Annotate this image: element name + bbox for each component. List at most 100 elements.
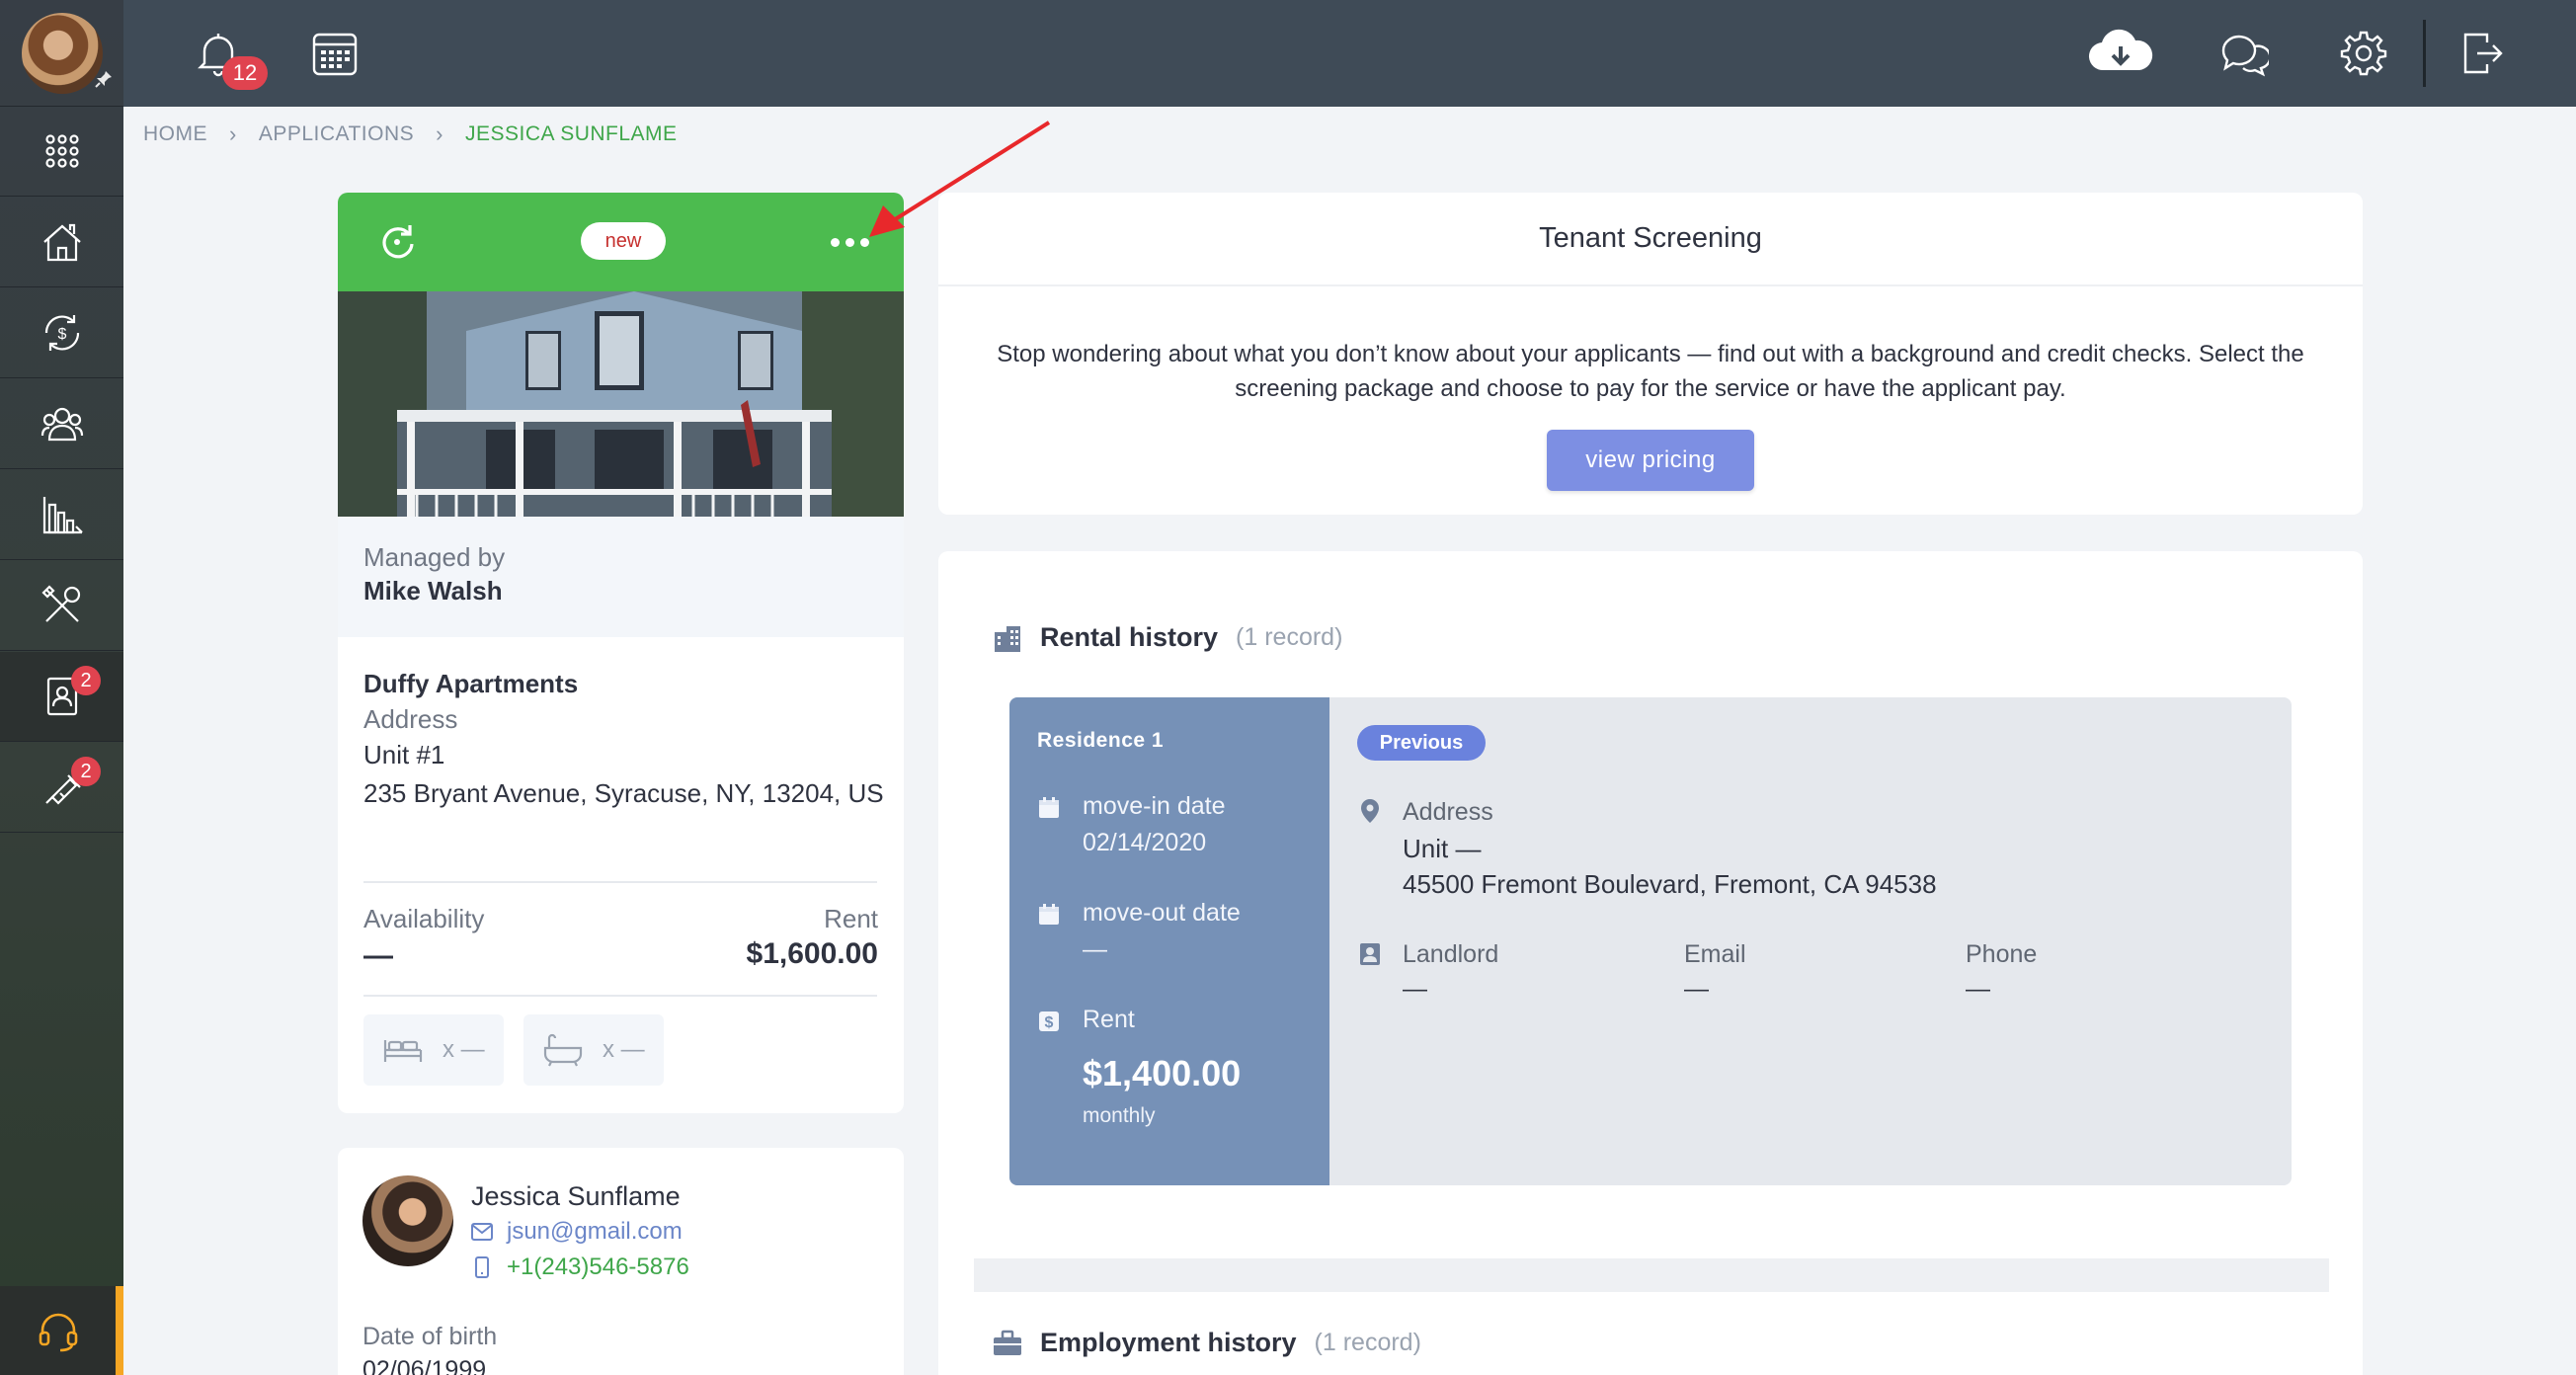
- tools-badge: 2: [71, 757, 101, 786]
- move-out-value: —: [1083, 935, 1107, 963]
- bedrooms-value: x —: [443, 1036, 485, 1063]
- user-avatar-area[interactable]: [0, 0, 123, 107]
- logout-button[interactable]: [2455, 26, 2510, 81]
- logout-icon: [2463, 33, 2503, 74]
- calendar-icon: [312, 33, 358, 76]
- dob-value: 02/06/1999: [362, 1356, 487, 1375]
- applications-badge: 2: [71, 666, 101, 695]
- notification-count-badge: 12: [222, 56, 268, 90]
- view-pricing-button[interactable]: view pricing: [1547, 430, 1754, 491]
- residence-block: Residence 1 move-in date 02/14/2020 move…: [1009, 697, 2292, 1185]
- breadcrumb-home[interactable]: HOME: [143, 122, 207, 146]
- bathrooms-value: x —: [603, 1036, 645, 1063]
- download-button[interactable]: [2081, 26, 2160, 81]
- applicant-avatar: [362, 1175, 453, 1266]
- top-bar: 12: [123, 0, 2576, 107]
- mobile-phone-icon: [475, 1256, 489, 1278]
- sidebar-item-maintenance[interactable]: [0, 561, 123, 651]
- rent-row: $ Rent: [1037, 1006, 1135, 1034]
- pin-icon[interactable]: [94, 69, 114, 89]
- chevron-right-icon: ›: [436, 121, 443, 146]
- history-card: Rental history (1 record) Residence 1 mo…: [938, 551, 2363, 1375]
- status-badge: new: [581, 222, 666, 260]
- sidebar-item-applications[interactable]: 2: [0, 652, 123, 742]
- property-name[interactable]: Duffy Apartments: [363, 669, 578, 699]
- building-icon: [995, 625, 1020, 652]
- messages-button[interactable]: [2215, 26, 2271, 81]
- property-photo: [338, 291, 904, 517]
- managed-by-label: Managed by: [363, 542, 506, 572]
- gear-icon: [2340, 31, 2387, 76]
- rent-period: monthly: [1083, 1104, 1156, 1127]
- grid-dots-icon: [44, 134, 79, 168]
- street-address: 235 Bryant Avenue, Syracuse, NY, 13204, …: [363, 778, 884, 808]
- bathtub-icon: [543, 1033, 583, 1067]
- applicant-name: Jessica Sunflame: [471, 1181, 681, 1211]
- landlord-value: —: [1403, 975, 1427, 1003]
- employment-history-header: Employment history (1 record): [993, 1328, 1421, 1358]
- svg-text:$: $: [1045, 1014, 1054, 1031]
- tenant-screening-description: Stop wondering about what you don’t know…: [997, 341, 2304, 402]
- applicant-card: Jessica Sunflame jsun@gmail.com +1(243)5…: [338, 1148, 904, 1375]
- employment-history-count: (1 record): [1314, 1329, 1421, 1356]
- headset-icon: [39, 1313, 77, 1352]
- house-photo: [338, 291, 904, 517]
- svg-text:$: $: [57, 326, 66, 343]
- sidebar: $ 2 2: [0, 0, 123, 1375]
- avatar[interactable]: [22, 13, 103, 94]
- calendar-icon: [1039, 797, 1059, 818]
- breadcrumb-current: JESSICA SUNFLAME: [464, 122, 678, 145]
- sidebar-item-apps[interactable]: [0, 107, 123, 197]
- cloud-download-icon: [2088, 29, 2153, 71]
- support-button[interactable]: [0, 1286, 123, 1375]
- phone-column: Phone —: [1966, 940, 2037, 1004]
- residence-rent-value: $1,400.00: [1083, 1053, 1242, 1093]
- bathrooms-chip: x —: [523, 1014, 664, 1086]
- applicant-phone-row[interactable]: +1(243)546-5876: [471, 1254, 689, 1281]
- annotation-arrow-icon: [869, 121, 1051, 237]
- divider: [363, 995, 877, 997]
- settings-button[interactable]: [2336, 26, 2391, 81]
- rental-history-count: (1 record): [1236, 623, 1343, 651]
- landlord-email-label: Email: [1684, 940, 1746, 968]
- section-divider: [974, 1258, 2329, 1292]
- landlord-phone-label: Phone: [1966, 940, 2038, 968]
- applicant-phone[interactable]: +1(243)546-5876: [507, 1254, 689, 1281]
- bed-icon: [383, 1040, 423, 1062]
- residence-rent-label: Rent: [1083, 1006, 1135, 1033]
- rental-history-header: Rental history (1 record): [993, 622, 1342, 653]
- sidebar-item-properties[interactable]: [0, 198, 123, 287]
- refresh-icon[interactable]: [375, 220, 419, 264]
- contact-card-icon: [1360, 943, 1380, 965]
- rent-label: Rent: [824, 904, 878, 933]
- calendar-button[interactable]: [307, 26, 362, 81]
- applicant-email-row[interactable]: jsun@gmail.com: [471, 1218, 683, 1246]
- tenant-screening-title: Tenant Screening: [938, 193, 2363, 286]
- landlord-label: Landlord: [1403, 940, 1499, 968]
- breadcrumb: HOME › APPLICATIONS › JESSICA SUNFLAME: [143, 120, 678, 149]
- managed-by-section: Managed by Mike Walsh: [338, 517, 904, 637]
- availability-value: —: [363, 939, 393, 972]
- dot: [830, 237, 840, 247]
- calendar-icon: [1039, 904, 1059, 925]
- chat-bubbles-icon: [2221, 35, 2269, 77]
- sidebar-item-people[interactable]: [0, 379, 123, 469]
- divider: [363, 881, 877, 883]
- briefcase-icon: [994, 1330, 1021, 1355]
- envelope-icon: [471, 1223, 493, 1241]
- sidebar-item-tools[interactable]: 2: [0, 743, 123, 833]
- move-in-label: move-in date: [1083, 792, 1226, 820]
- tools-icon: [40, 585, 80, 622]
- sidebar-item-reports[interactable]: [0, 470, 123, 560]
- house-icon: [42, 223, 81, 262]
- tenant-screening-card: Tenant Screening Stop wondering about wh…: [938, 193, 2363, 515]
- applicant-email[interactable]: jsun@gmail.com: [507, 1218, 683, 1246]
- sidebar-item-payments[interactable]: $: [0, 288, 123, 378]
- manager-name[interactable]: Mike Walsh: [363, 576, 503, 607]
- move-out-row: move-out date —: [1037, 899, 1241, 964]
- employment-history-title: Employment history: [1040, 1328, 1297, 1357]
- residence-summary: Residence 1 move-in date 02/14/2020 move…: [1009, 697, 1329, 1185]
- landlord-column: Landlord —: [1403, 940, 1498, 1004]
- rental-history-title: Rental history: [1040, 622, 1219, 652]
- breadcrumb-applications[interactable]: APPLICATIONS: [259, 122, 414, 146]
